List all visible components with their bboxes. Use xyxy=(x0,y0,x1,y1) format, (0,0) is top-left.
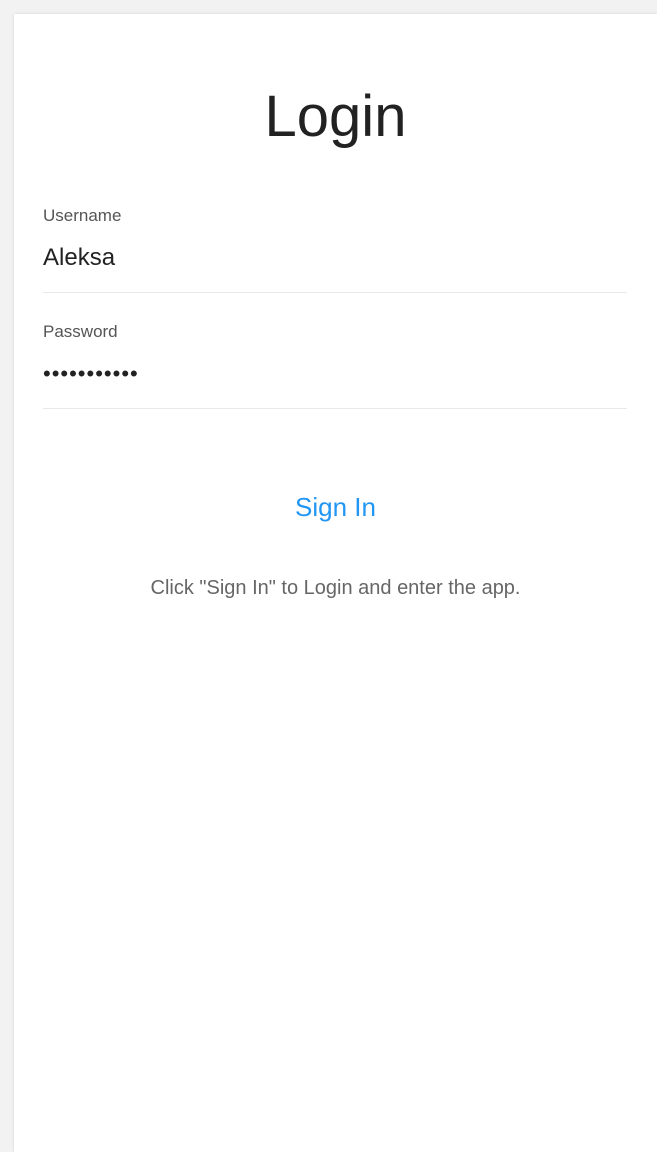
password-input[interactable] xyxy=(43,358,627,390)
sign-in-button[interactable]: Sign In xyxy=(14,490,657,524)
username-field: Username xyxy=(43,206,627,293)
login-hint: Click "Sign In" to Login and enter the a… xyxy=(150,577,521,599)
login-card: Login Username Password Sign In Click "S… xyxy=(14,14,657,1152)
password-label: Password xyxy=(43,322,118,341)
page-title: Login xyxy=(264,84,407,149)
username-input[interactable] xyxy=(43,242,627,274)
password-field: Password xyxy=(43,322,627,409)
username-label: Username xyxy=(43,206,122,225)
